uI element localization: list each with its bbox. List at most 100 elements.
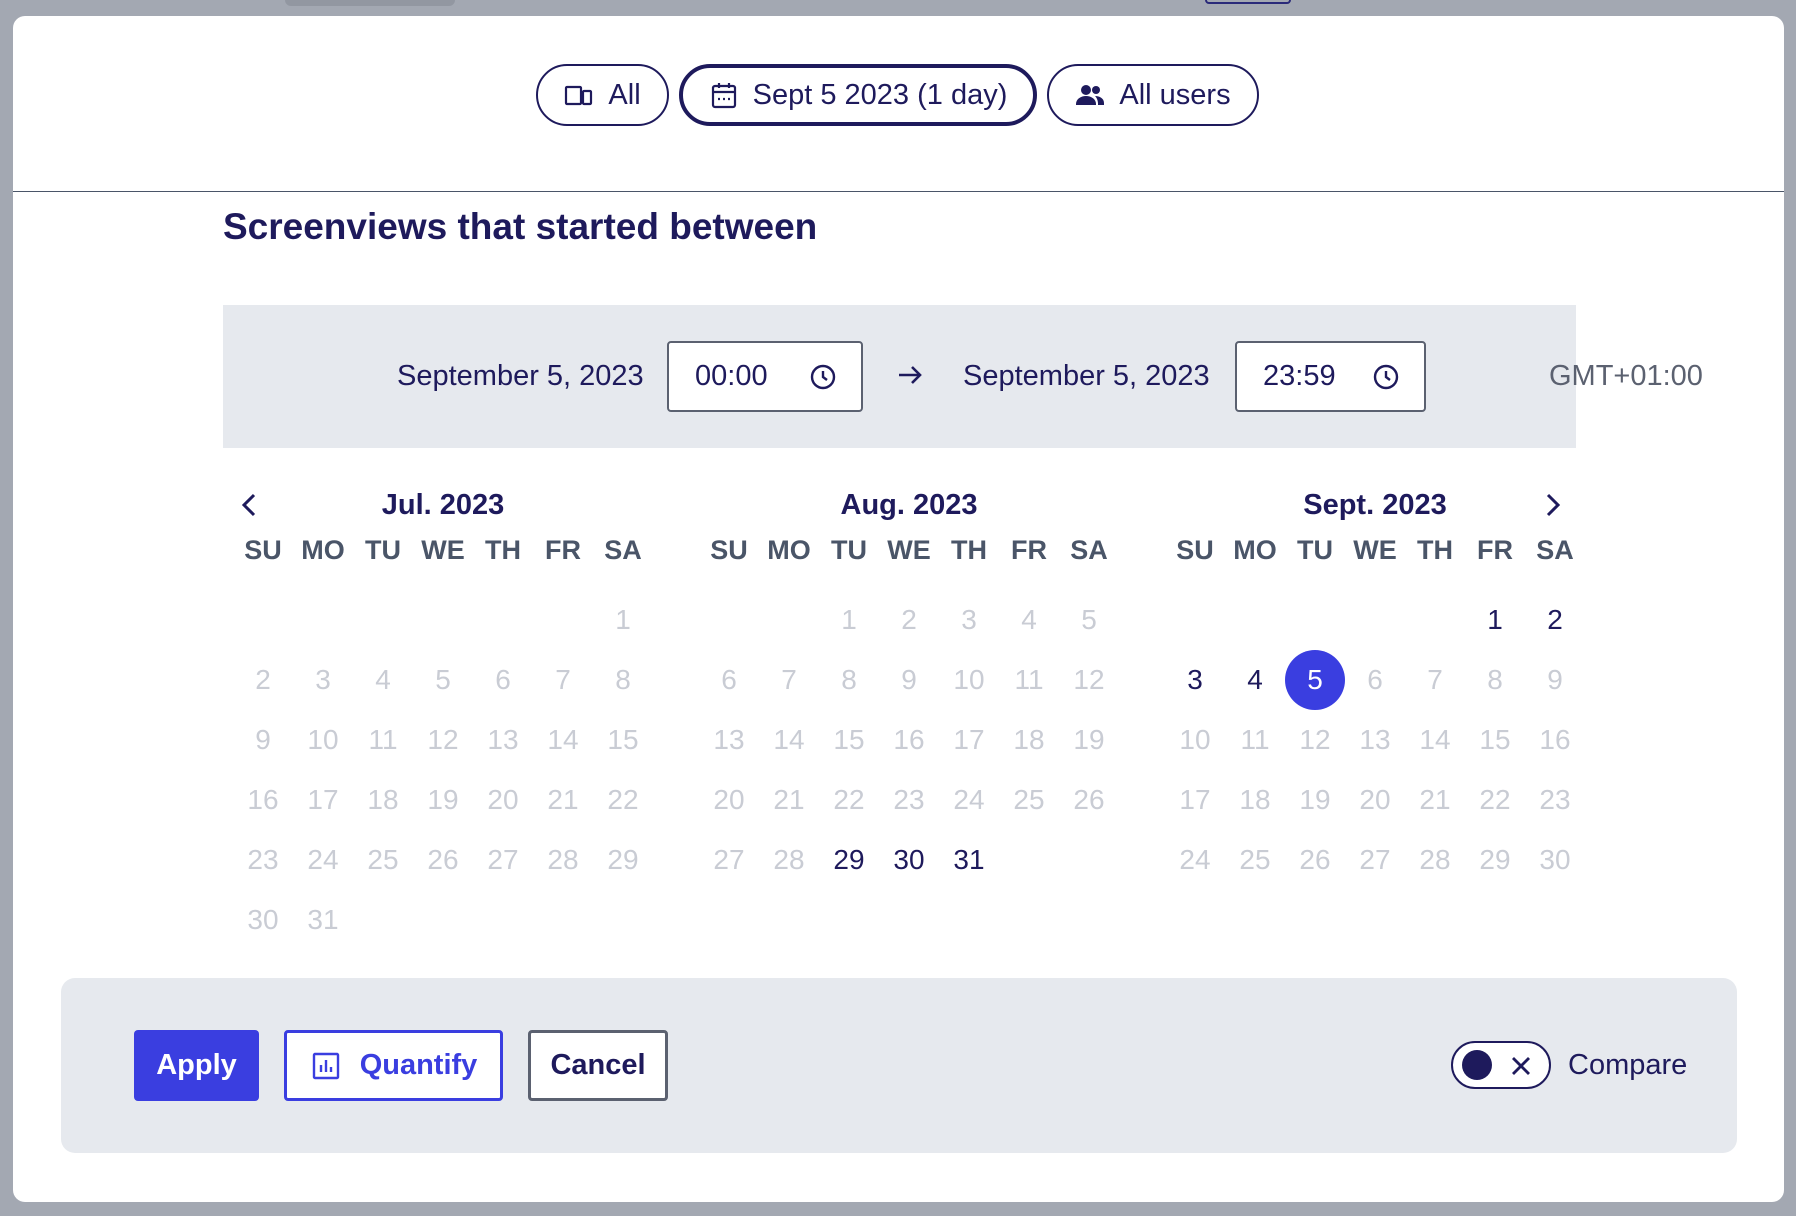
day-number: 22 — [1479, 784, 1511, 815]
start-time-input[interactable]: 00:00 — [667, 341, 863, 412]
day-cell: 21 — [533, 770, 593, 830]
day-number: 3 — [1187, 664, 1203, 695]
day-number: 12 — [1299, 724, 1331, 755]
day-cell[interactable]: 30 — [879, 830, 939, 890]
quantify-button[interactable]: Quantify — [284, 1030, 503, 1101]
day-cell: 4 — [999, 590, 1059, 650]
day-cell: 19 — [1285, 770, 1345, 830]
cancel-button[interactable]: Cancel — [528, 1030, 668, 1101]
day-cell[interactable]: 3 — [1165, 650, 1225, 710]
time-range-row: September 5, 2023 00:00 September 5, 202… — [223, 305, 1703, 448]
day-cell[interactable]: 31 — [939, 830, 999, 890]
weekday-label: SU — [710, 535, 748, 565]
weekday-label: TH — [1417, 535, 1453, 565]
day-number: 16 — [893, 724, 925, 755]
day-number: 17 — [1179, 784, 1211, 815]
day-cell: 7 — [1405, 650, 1465, 710]
day-number: 30 — [1539, 844, 1571, 875]
weekday-label: WE — [421, 535, 465, 565]
day-cell: 31 — [293, 890, 353, 950]
day-cell: 24 — [293, 830, 353, 890]
day-grid: 1 2 3 4 5 6 7 8 9 10 11 12 13 14 15 16 17 18 19 20 21 22 23 24 2… — [233, 590, 653, 950]
day-cell: 8 — [819, 650, 879, 710]
day-number: 7 — [781, 664, 797, 695]
month-title: Jul. 2023 — [381, 489, 505, 521]
month-calendar: Jul. 2023 SU MO TU WE TH FR SA 123456789… — [233, 486, 653, 950]
day-number: 6 — [1367, 664, 1383, 695]
day-cell[interactable]: 29 — [819, 830, 879, 890]
day-cell[interactable]: 1 — [1465, 590, 1525, 650]
day-cell[interactable]: 2 — [1525, 590, 1585, 650]
day-number: 1 — [615, 604, 631, 635]
day-number: 25 — [1239, 844, 1271, 875]
empty-day-cell — [1225, 590, 1285, 650]
day-number: 13 — [713, 724, 745, 755]
start-time-value: 00:00 — [695, 360, 768, 392]
day-number: 6 — [495, 664, 511, 695]
day-grid: 1 2 3 4 5 6 7 8 9 10 11 12 13 14 15 16 17 18 19 20 21 22 23 24 2… — [699, 590, 1119, 890]
day-number: 12 — [1073, 664, 1105, 695]
empty-day-cell — [1165, 590, 1225, 650]
day-cell: 25 — [1225, 830, 1285, 890]
day-number: 24 — [1179, 844, 1211, 875]
weekday-label: WE — [1353, 535, 1397, 565]
weekday-label: SA — [1536, 535, 1574, 565]
day-number: 27 — [713, 844, 745, 875]
day-number: 28 — [547, 844, 579, 875]
day-cell: 23 — [233, 830, 293, 890]
day-cell: 17 — [939, 710, 999, 770]
day-number: 14 — [547, 724, 579, 755]
day-number: 18 — [367, 784, 399, 815]
weekday-header: SU MO TU WE TH FR SA — [699, 530, 1119, 570]
day-cell: 29 — [593, 830, 653, 890]
day-cell: 8 — [593, 650, 653, 710]
day-cell: 11 — [353, 710, 413, 770]
day-number: 2 — [901, 604, 917, 635]
weekday-label: FR — [545, 535, 581, 565]
weekday-label: SA — [1070, 535, 1108, 565]
weekday-header: SU MO TU WE TH FR SA — [1165, 530, 1585, 570]
day-cell: 5 — [413, 650, 473, 710]
clock-icon — [810, 364, 836, 389]
device-filter-label: All — [608, 78, 641, 111]
users-filter-chip[interactable]: All users — [1047, 64, 1259, 126]
day-cell: 19 — [413, 770, 473, 830]
weekday-label: FR — [1477, 535, 1513, 565]
day-cell: 13 — [1345, 710, 1405, 770]
date-filter-chip[interactable]: Sept 5 2023 (1 day) — [678, 64, 1038, 126]
day-number: 2 — [1547, 604, 1563, 635]
device-filter-chip[interactable]: All — [536, 64, 669, 126]
day-cell: 16 — [233, 770, 293, 830]
selected-day-cell[interactable]: 5 — [1285, 650, 1345, 710]
month-calendar: Aug. 2023 SU MO TU WE TH FR SA 123456789… — [699, 486, 1119, 890]
day-number: 21 — [1419, 784, 1451, 815]
day-number: 12 — [427, 724, 459, 755]
day-number: 13 — [487, 724, 519, 755]
toggle-knob — [1462, 1050, 1492, 1080]
apply-button[interactable]: Apply — [134, 1030, 259, 1101]
day-number: 3 — [315, 664, 331, 695]
day-grid: 1 2 3 4 5 6 7 8 9 10 11 12 13 14 15 16 17 18 19 20 21 22 23 24 2… — [1165, 590, 1585, 890]
day-number: 16 — [1539, 724, 1571, 755]
empty-day-cell — [413, 590, 473, 650]
day-number: 15 — [1479, 724, 1511, 755]
calendar-icon — [711, 83, 736, 109]
day-cell: 20 — [473, 770, 533, 830]
day-cell[interactable]: 4 — [1225, 650, 1285, 710]
compare-toggle[interactable] — [1451, 1041, 1551, 1089]
section-title: Screenviews that started between — [223, 206, 818, 247]
compare-label: Compare — [1568, 1049, 1688, 1081]
end-time-input[interactable]: 23:59 — [1235, 341, 1426, 412]
day-number: 11 — [1240, 724, 1270, 755]
day-number: 14 — [1419, 724, 1451, 755]
day-cell: 2 — [233, 650, 293, 710]
day-number: 14 — [773, 724, 805, 755]
backdrop-button — [1205, 0, 1291, 4]
day-number: 25 — [367, 844, 399, 875]
day-number: 20 — [487, 784, 519, 815]
day-number: 17 — [307, 784, 339, 815]
weekday-label: TU — [1297, 535, 1333, 565]
day-cell: 14 — [1405, 710, 1465, 770]
users-filter-label: All users — [1119, 78, 1231, 111]
day-cell: 11 — [999, 650, 1059, 710]
